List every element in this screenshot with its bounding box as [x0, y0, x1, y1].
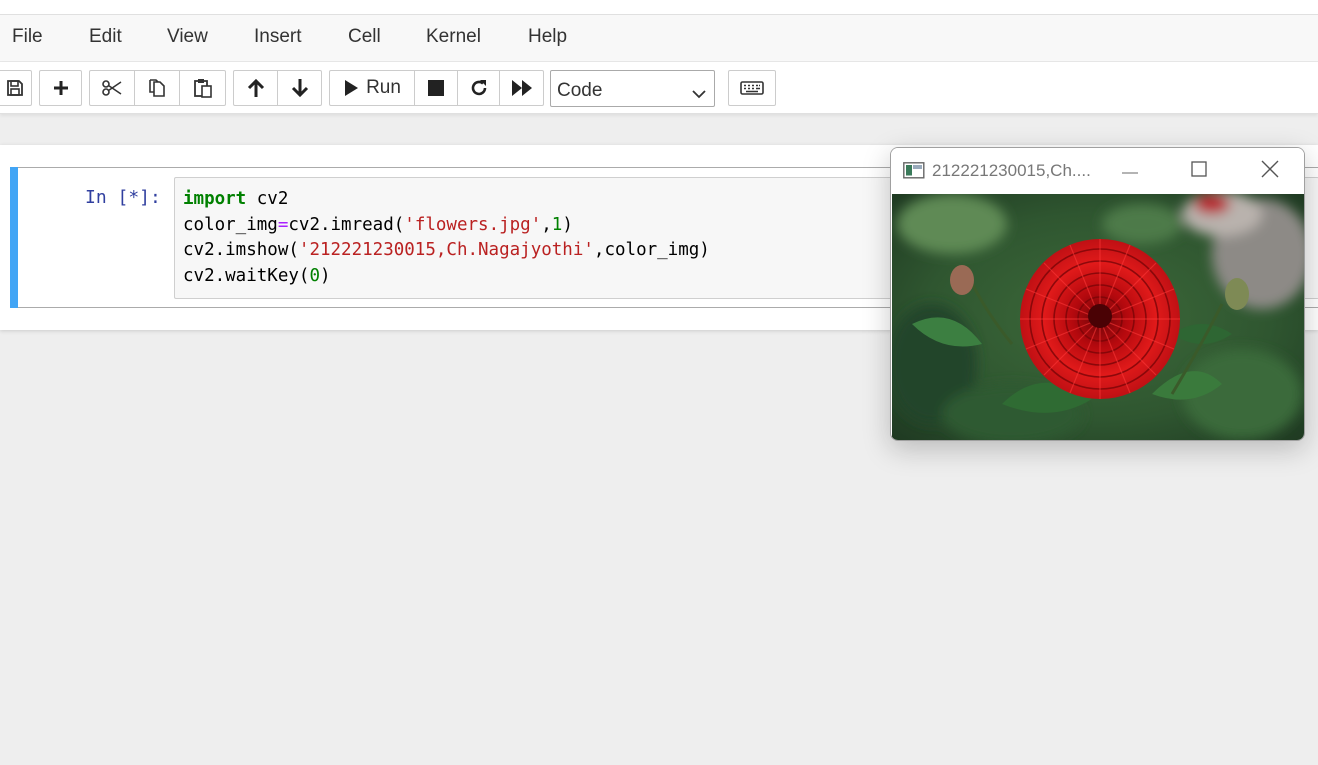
- insert-cell-button[interactable]: [39, 70, 82, 106]
- code-token: '212221230015,Ch.Nagajyothi': [298, 240, 594, 260]
- code-token: cv2.waitKey(: [183, 265, 310, 286]
- menu-view[interactable]: View: [167, 26, 208, 48]
- arrow-up-icon: [247, 78, 265, 98]
- app-window-icon: [903, 162, 925, 184]
- restart-icon: [469, 78, 489, 98]
- keyboard-icon: [740, 80, 764, 96]
- code-token: cv2: [246, 189, 289, 209]
- image-window[interactable]: 212221230015,Ch....: [890, 147, 1305, 441]
- code-token: color_img: [183, 214, 278, 235]
- save-button[interactable]: [0, 70, 32, 106]
- window-title: 212221230015,Ch....: [932, 161, 1091, 180]
- code-token: =: [277, 214, 289, 235]
- restart-run-all-button[interactable]: [500, 70, 544, 106]
- cut-button[interactable]: [89, 70, 135, 106]
- code-token: import: [183, 189, 247, 209]
- cell-type-value: Code: [557, 80, 603, 101]
- top-strip: [0, 0, 1318, 15]
- minimize-icon: [1121, 162, 1139, 180]
- copy-icon: [147, 78, 167, 98]
- cut-icon: [101, 79, 123, 97]
- menu-file[interactable]: File: [12, 26, 43, 48]
- restart-button[interactable]: [458, 70, 500, 106]
- move-up-button[interactable]: [233, 70, 278, 106]
- window-titlebar[interactable]: 212221230015,Ch....: [891, 148, 1304, 194]
- maximize-button[interactable]: [1185, 158, 1213, 184]
- input-prompt: In [*]:: [85, 187, 161, 208]
- plus-icon: [52, 79, 70, 97]
- close-icon: [1261, 160, 1279, 183]
- arrow-down-icon: [291, 78, 309, 98]
- menu-edit[interactable]: Edit: [89, 26, 122, 48]
- code-token: ,: [541, 214, 552, 235]
- minimize-button[interactable]: [1116, 158, 1144, 184]
- paste-icon: [193, 78, 213, 98]
- code-token: ,color_img): [593, 240, 710, 260]
- stop-icon: [428, 80, 444, 96]
- menu-cell[interactable]: Cell: [348, 26, 381, 48]
- menubar: File Edit View Insert Cell Kernel Help: [0, 15, 1318, 62]
- fast-forward-icon: [511, 79, 533, 97]
- code-text: import cv2 color_img=cv2.imread('flowers…: [183, 187, 710, 289]
- chevron-down-icon: [692, 83, 706, 105]
- cell-type-select[interactable]: Code: [550, 70, 715, 107]
- run-label: Run: [366, 77, 401, 98]
- maximize-icon: [1191, 160, 1207, 182]
- flower-image: [892, 194, 1304, 440]
- code-token: 1: [551, 214, 563, 235]
- paste-button[interactable]: [180, 70, 226, 106]
- selected-cell-indicator: [10, 167, 18, 308]
- run-button[interactable]: Run: [329, 70, 415, 106]
- menu-kernel[interactable]: Kernel: [426, 26, 481, 48]
- code-token: ): [319, 265, 331, 286]
- move-down-button[interactable]: [278, 70, 322, 106]
- code-token: ): [562, 214, 573, 235]
- play-icon: [343, 79, 359, 97]
- code-token: 'flowers.jpg': [404, 214, 542, 235]
- command-palette-button[interactable]: [728, 70, 776, 106]
- copy-button[interactable]: [135, 70, 180, 106]
- interrupt-button[interactable]: [415, 70, 458, 106]
- close-button[interactable]: [1256, 158, 1284, 184]
- menu-insert[interactable]: Insert: [254, 26, 302, 48]
- code-token: cv2.imshow(: [183, 240, 299, 260]
- code-token: cv2.imread(: [288, 214, 405, 235]
- toolbar: Run Code: [0, 62, 1318, 114]
- menu-help[interactable]: Help: [528, 26, 567, 48]
- code-token: 0: [309, 265, 320, 286]
- save-icon: [6, 79, 24, 97]
